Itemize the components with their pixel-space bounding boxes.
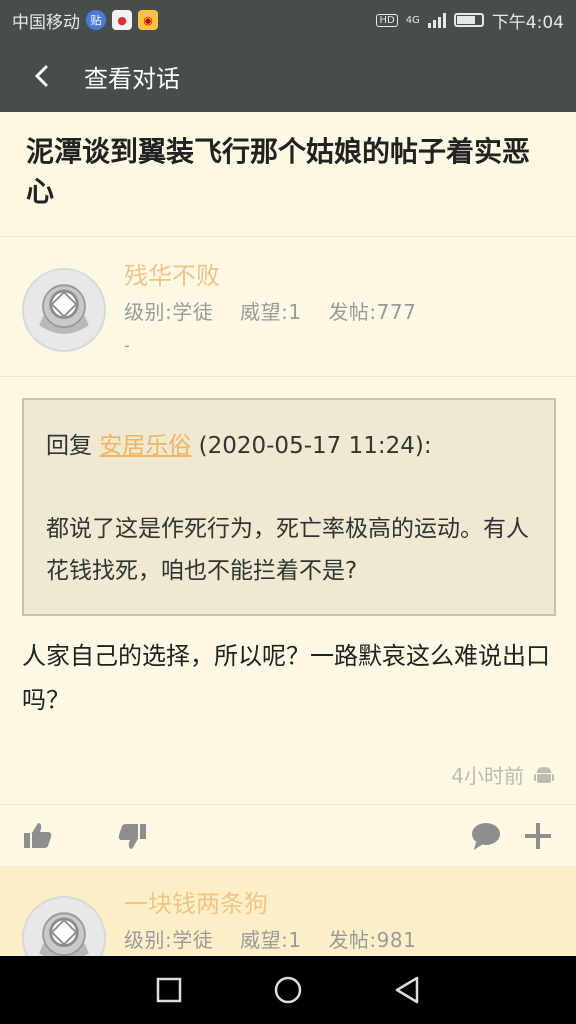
- divider: [0, 804, 576, 805]
- weibo-icon: ◉: [138, 10, 158, 30]
- author-meta: 级别:学徒 威望:1 发帖:777: [124, 296, 436, 325]
- avatar[interactable]: [22, 268, 106, 352]
- post-time: 4小时前: [451, 760, 554, 789]
- author-signature: -: [124, 336, 130, 355]
- quote-header: 回复 安居乐俗 (2020-05-17 11:24):: [46, 426, 532, 460]
- network-label: 4G: [405, 14, 420, 26]
- thread-title: 泥潭谈到翼装飞行那个姑娘的帖子着实恶心: [26, 135, 531, 208]
- carrier-label: 中国移动: [12, 12, 80, 33]
- quoted-user-link[interactable]: 安居乐俗: [99, 433, 191, 459]
- status-bar: 中国移动 贴 ● ◉ HD 4G 下午4:04: [0, 0, 576, 40]
- thumbs-up-icon[interactable]: [22, 820, 54, 852]
- author-post-count: 发帖:981: [328, 928, 417, 952]
- add-icon[interactable]: [522, 820, 554, 852]
- back-nav-button[interactable]: [387, 970, 427, 1010]
- author-level: 级别:学徒: [124, 300, 214, 324]
- app-bar: 查看对话: [0, 40, 576, 112]
- tieba-icon: 贴: [86, 10, 106, 30]
- circle-icon: [274, 976, 302, 1004]
- author-level: 级别:学徒: [124, 928, 214, 952]
- author-name[interactable]: 一块钱两条狗: [124, 884, 268, 919]
- battery-icon: [453, 13, 484, 27]
- author-name[interactable]: 残华不败: [124, 256, 220, 291]
- square-icon: [157, 977, 182, 1003]
- post-body: 人家自己的选择，所以呢？一路默哀这么难说出口吗？: [22, 642, 550, 714]
- author-prestige: 威望:1: [240, 928, 302, 952]
- hd-badge: HD: [376, 13, 398, 27]
- post-card: 一块钱两条狗 级别:学徒 威望:1 发帖:981: [0, 866, 576, 980]
- android-icon: [534, 766, 554, 783]
- author-meta: 级别:学徒 威望:1 发帖:981: [124, 924, 436, 953]
- quote-prefix: 回复: [46, 433, 92, 459]
- map-icon: ●: [112, 10, 132, 30]
- triangle-back-icon: [395, 976, 418, 1004]
- quote-text: 都说了这是作死行为，死亡率极高的运动。有人花钱找死，咱也不能拦着不是?: [46, 516, 529, 584]
- page-title: 查看对话: [84, 64, 180, 93]
- clock: 下午4:04: [491, 12, 564, 33]
- divider: [0, 236, 576, 237]
- thumbs-down-icon[interactable]: [116, 820, 148, 852]
- system-nav-bar: [0, 956, 576, 1024]
- diving-helmet-icon: [24, 270, 104, 350]
- post-time-label: 4小时前: [451, 764, 524, 788]
- home-button[interactable]: [268, 970, 308, 1010]
- signal-icon: [427, 12, 446, 28]
- quote-block: 回复 安居乐俗 (2020-05-17 11:24): 都说了这是作死行为，死亡…: [22, 398, 556, 616]
- back-button[interactable]: [0, 40, 84, 112]
- recent-apps-button[interactable]: [149, 970, 189, 1010]
- quote-time: (2020-05-17 11:24):: [198, 433, 432, 459]
- author-post-count: 发帖:777: [328, 300, 417, 324]
- author-prestige: 威望:1: [240, 300, 302, 324]
- chevron-left-icon: [34, 65, 48, 87]
- comment-icon[interactable]: [470, 820, 502, 852]
- divider: [0, 376, 576, 377]
